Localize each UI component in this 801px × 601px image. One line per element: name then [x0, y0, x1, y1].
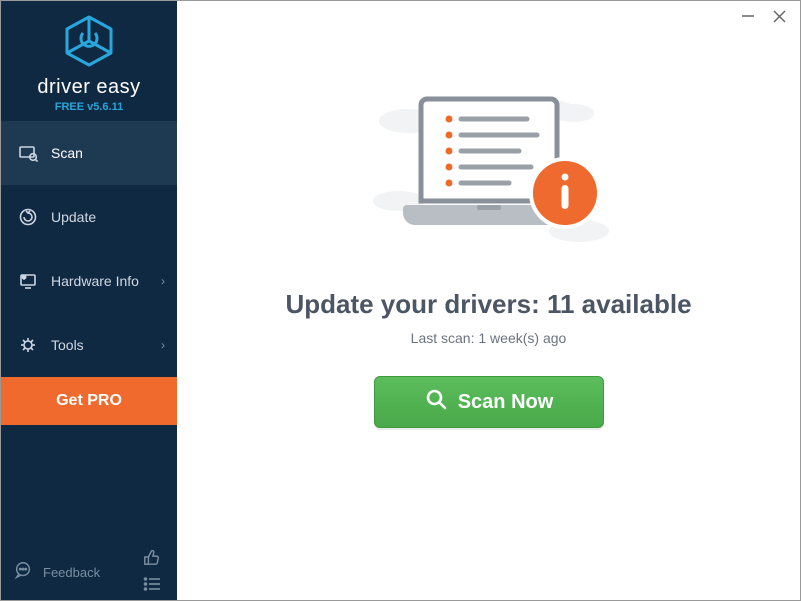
scan-now-button[interactable]: Scan Now: [374, 376, 604, 428]
tools-icon: [17, 335, 39, 355]
scan-icon: [17, 143, 39, 163]
last-scan-text: Last scan: 1 week(s) ago: [411, 330, 567, 346]
sidebar-footer: Feedback: [1, 544, 177, 600]
sidebar: driver easy FREE v5.6.11 Scan: [1, 1, 177, 600]
sidebar-item-label: Tools: [51, 337, 84, 353]
sidebar-item-label: Scan: [51, 145, 83, 161]
app-logo-icon: [61, 13, 117, 69]
headline-text: Update your drivers: 11 available: [285, 289, 691, 320]
sidebar-item-scan[interactable]: Scan: [1, 121, 177, 185]
logo-block: driver easy FREE v5.6.11: [1, 1, 177, 121]
list-icon[interactable]: [143, 577, 161, 596]
svg-text:i: i: [24, 275, 25, 280]
feedback-icon[interactable]: [13, 560, 33, 585]
update-icon: [17, 207, 39, 227]
minimize-icon[interactable]: [741, 9, 755, 23]
close-icon[interactable]: [773, 10, 786, 23]
laptop-illustration: [349, 81, 629, 261]
sidebar-spacer: [1, 425, 177, 544]
sidebar-item-update[interactable]: Update: [1, 185, 177, 249]
get-pro-label: Get PRO: [56, 392, 122, 410]
sidebar-item-hardware-info[interactable]: i Hardware Info ›: [1, 249, 177, 313]
get-pro-button[interactable]: Get PRO: [1, 377, 177, 425]
info-badge-icon: [531, 159, 599, 227]
feedback-label[interactable]: Feedback: [43, 565, 100, 580]
sidebar-item-tools[interactable]: Tools ›: [1, 313, 177, 377]
sidebar-item-label: Hardware Info: [51, 273, 139, 289]
chevron-right-icon: ›: [161, 274, 165, 288]
app-window: driver easy FREE v5.6.11 Scan: [0, 0, 801, 601]
titlebar: [727, 1, 800, 31]
sidebar-item-label: Update: [51, 209, 96, 225]
sidebar-nav: Scan Update i Hardware: [1, 121, 177, 425]
thumbs-up-icon[interactable]: [143, 548, 161, 571]
main-panel: Update your drivers: 11 available Last s…: [177, 1, 800, 600]
search-icon: [424, 387, 448, 417]
hardware-info-icon: i: [17, 271, 39, 291]
chevron-right-icon: ›: [161, 338, 165, 352]
scan-now-label: Scan Now: [458, 391, 554, 414]
brand-name: driver easy: [1, 76, 177, 99]
version-label: FREE v5.6.11: [1, 101, 177, 113]
